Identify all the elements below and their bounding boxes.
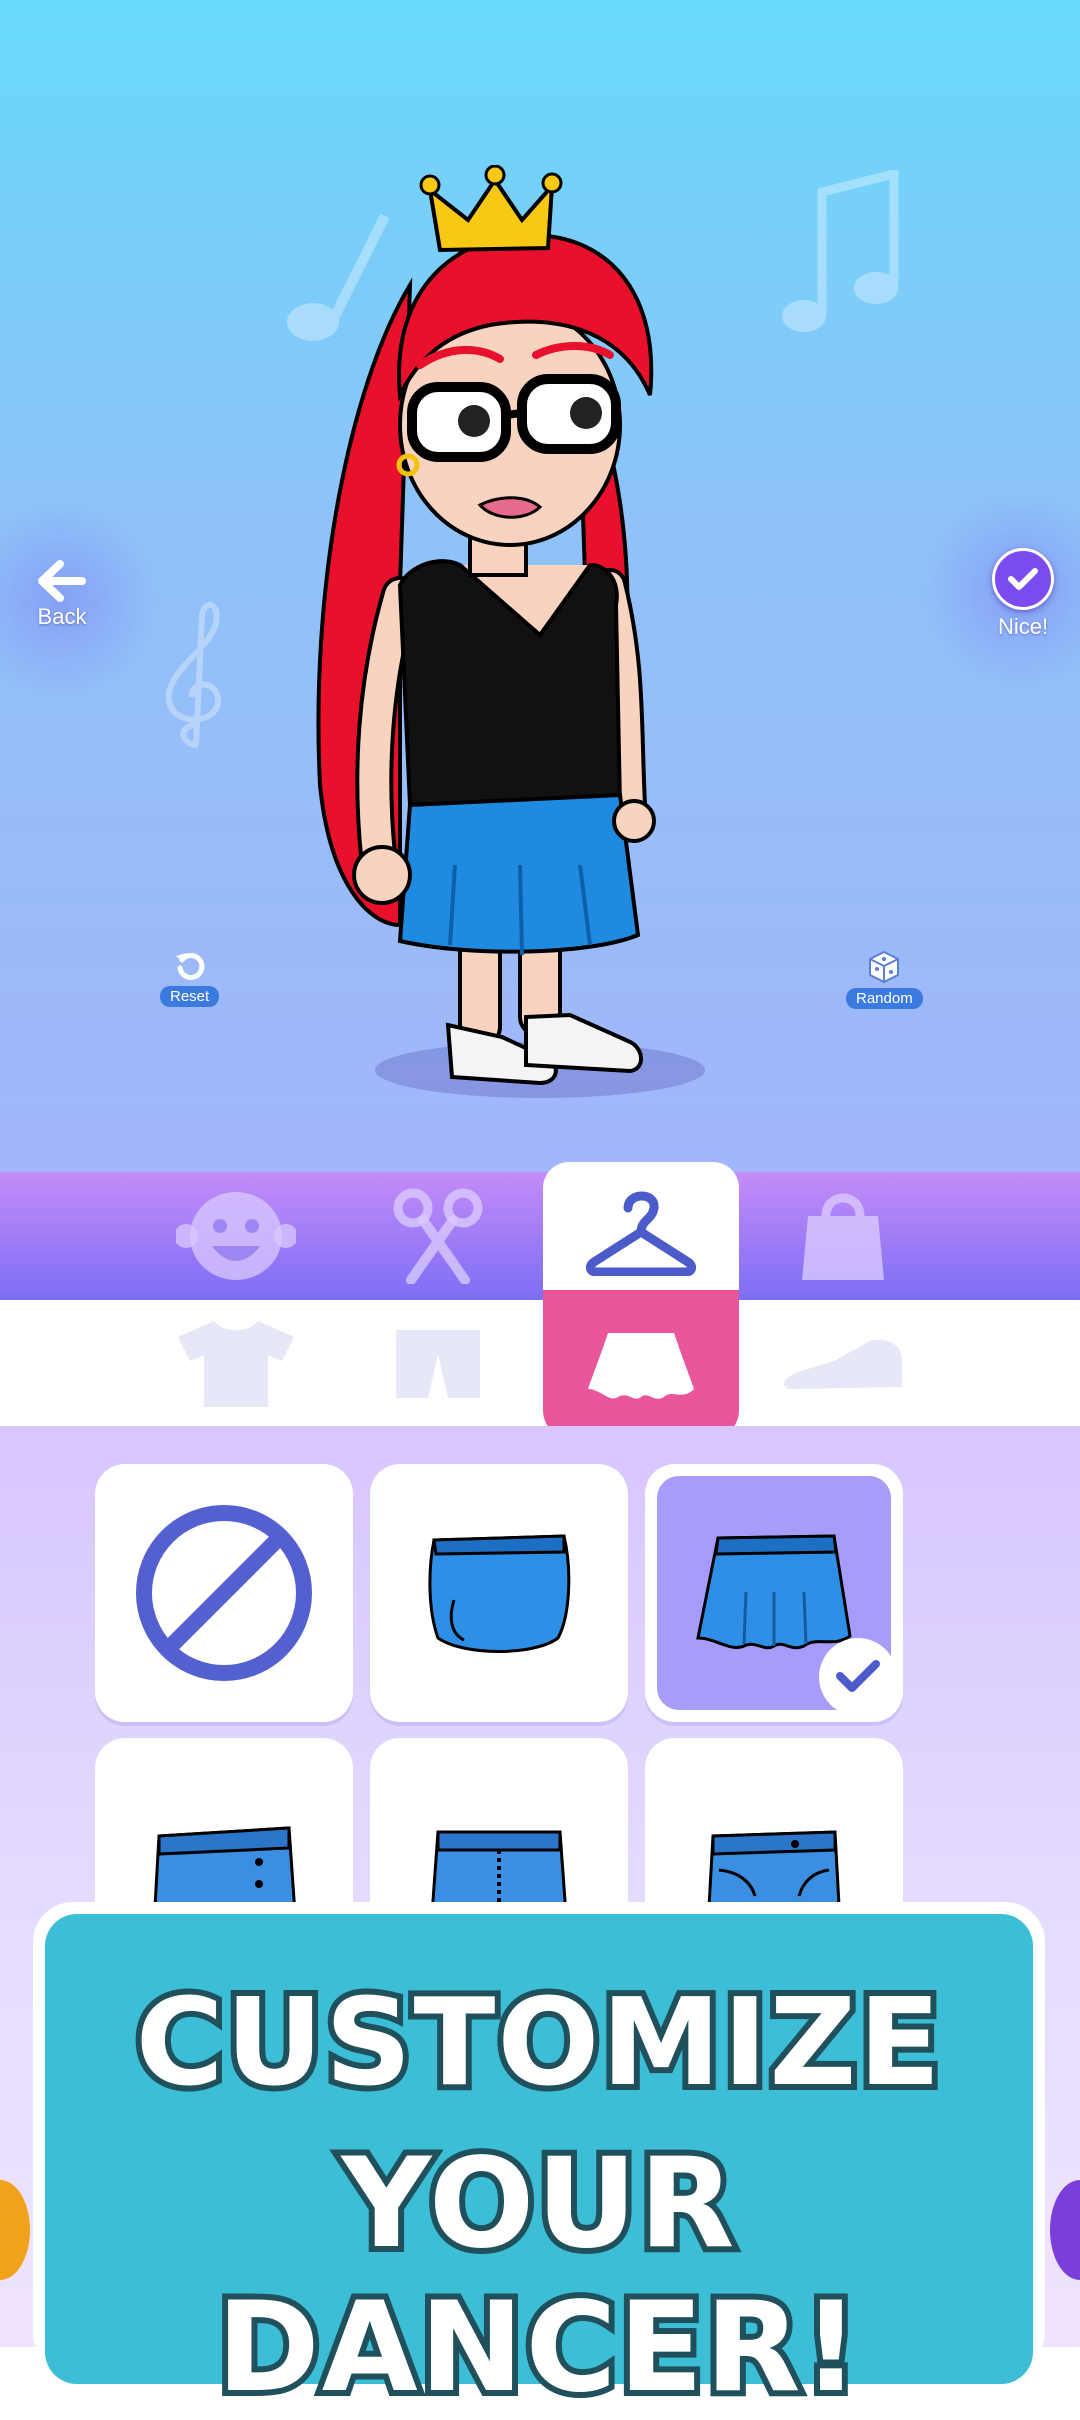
nice-label: Nice! [997, 614, 1049, 639]
subcategory-tab-bar [0, 1290, 1080, 1440]
shirt-icon [178, 1321, 294, 1407]
item-blue-mini-skirt[interactable] [370, 1464, 628, 1722]
bag-icon [802, 1193, 884, 1280]
shoe-icon [784, 1339, 902, 1389]
item-none[interactable] [95, 1464, 353, 1722]
treble-clef-icon [165, 602, 221, 748]
category-tab-bar [0, 1162, 1080, 1300]
banner-line-2: YOUR DANCER! [211, 2126, 865, 2420]
nice-check-circle [992, 548, 1054, 610]
tab-tops[interactable] [138, 1300, 334, 1426]
random-button[interactable]: Random [846, 950, 923, 1009]
tab-shorts[interactable] [340, 1300, 536, 1426]
reset-icon [175, 952, 204, 980]
reset-label: Reset [160, 986, 220, 1007]
character-stage: Back Nice! Reset Random [0, 0, 1080, 1172]
reset-button[interactable]: Reset [160, 950, 220, 1007]
tab-face[interactable] [138, 1172, 334, 1300]
item-blue-pleated-skirt[interactable] [645, 1464, 903, 1722]
tab-skirts[interactable] [543, 1290, 739, 1440]
promo-banner: CUSTOMIZE YOUR DANCER! [33, 1902, 1045, 2420]
skirt-icon [696, 1534, 852, 1650]
random-label: Random [846, 988, 923, 1009]
scissors-icon [393, 1188, 483, 1284]
tab-accessories[interactable] [745, 1172, 941, 1300]
double-music-note-icon [782, 170, 899, 332]
tab-shoes[interactable] [745, 1300, 941, 1426]
dancer-character [316, 165, 656, 1086]
hanger-icon [586, 1191, 696, 1276]
check-icon [836, 1660, 880, 1692]
selected-check-badge [819, 1638, 897, 1716]
back-button[interactable]: Back [22, 560, 102, 650]
shorts-icon [396, 1330, 480, 1398]
promo-banner-inner: CUSTOMIZE YOUR DANCER! [45, 1914, 1033, 2420]
none-icon [136, 1505, 312, 1681]
tab-hair[interactable] [340, 1172, 536, 1300]
skirt-icon [588, 1333, 694, 1399]
tab-clothes[interactable] [543, 1162, 739, 1300]
banner-line-1: CUSTOMIZE [130, 1968, 947, 2119]
check-icon [1008, 568, 1038, 590]
skirt-icon [428, 1534, 571, 1653]
arrow-left-icon [38, 560, 86, 602]
dice-icon [869, 950, 900, 984]
nice-button[interactable]: Nice! [978, 548, 1068, 648]
back-label: Back [37, 604, 87, 629]
face-icon [176, 1192, 296, 1280]
